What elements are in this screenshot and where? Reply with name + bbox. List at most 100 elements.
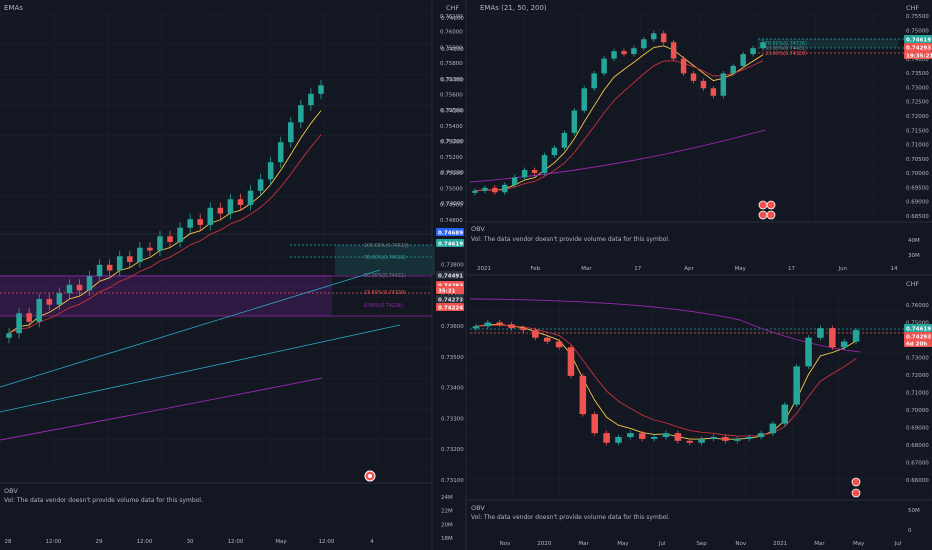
tr-right-tick: 0.71000 (906, 143, 929, 149)
candle-body (277, 142, 284, 163)
tr-price-tick: 0.76000 (440, 30, 463, 36)
time-tick: 29 (96, 539, 103, 545)
tr-indicator-label: EMAs (21, 50, 200) (480, 4, 547, 12)
time-tick: 12:00 (137, 539, 153, 545)
candle-body (674, 433, 682, 441)
candle-body (680, 58, 687, 74)
candle-body (829, 328, 836, 348)
candle-body (769, 423, 777, 434)
tr-currency: CHF (906, 4, 919, 12)
candle-body (197, 219, 203, 225)
tr-price-tick: 0.75100 (440, 171, 463, 177)
time-tick: May (853, 541, 865, 547)
tr-right-tick: 0.73500 (906, 71, 929, 77)
candle-body (472, 190, 478, 193)
candle-body (591, 73, 597, 89)
price-label-text: 6d 20h (906, 342, 927, 348)
fib-label: 23.60%(0.74329) (364, 290, 406, 296)
time-tick: 12:00 (46, 539, 62, 545)
tr-right-tick: 0.72000 (906, 114, 929, 120)
candle-body (615, 437, 622, 443)
candle-body (611, 51, 617, 59)
candle-body (817, 328, 824, 338)
price-label-text: 35:21 (438, 289, 456, 295)
candle-body (793, 366, 800, 405)
left-price-tick: 0.73600 (441, 324, 464, 330)
candle-body (710, 437, 717, 439)
candle-body (571, 110, 578, 133)
candle-body (710, 88, 717, 96)
candle-body (6, 333, 12, 338)
left-obv-tick: 20M (441, 522, 453, 528)
candle-body (96, 264, 103, 277)
br-obv-tick: 0 (908, 528, 912, 534)
tr-price-tick: 0.75300 (440, 140, 463, 146)
tr-right-tick: 0.75000 (906, 28, 929, 34)
candle-body (521, 170, 528, 178)
time-tick: May (617, 541, 629, 547)
candle-body (631, 48, 637, 55)
time-tick: Mar (814, 541, 825, 547)
time-tick: 28 (5, 539, 12, 545)
candle-body (217, 207, 224, 214)
candle-body (561, 132, 568, 148)
br-price-tick: 0.66000 (906, 478, 929, 484)
tr-right-tick: 0.69500 (906, 185, 929, 191)
candle-body (641, 39, 647, 49)
br-obv-title: OBV (471, 504, 485, 512)
tr-right-tick: 0.72500 (906, 100, 929, 106)
candle-body (106, 264, 113, 271)
tr-obv-tick: 40M (908, 238, 920, 244)
candle-body (757, 433, 765, 437)
left-price-tick: 0.73300 (441, 416, 464, 422)
time-tick: 4 (370, 539, 374, 545)
left-obv-tick: 18M (441, 536, 453, 542)
candle-body (36, 299, 42, 322)
time-tick: Jul (894, 541, 902, 547)
candle-body (579, 375, 587, 415)
tr-price-tick: 0.75400 (440, 124, 463, 130)
candle-body (551, 147, 558, 156)
candle-body (621, 51, 627, 55)
candle-body (308, 93, 314, 106)
left-event-icon[interactable] (364, 470, 376, 482)
candle-body (720, 73, 727, 96)
candle-body (76, 284, 83, 291)
candle-body (116, 256, 123, 271)
candle-body (127, 256, 133, 262)
candle-body (16, 313, 22, 334)
tr-price-tick: 0.74800 (440, 218, 463, 224)
tr-right-tick: 0.73000 (906, 85, 929, 91)
candle-body (638, 433, 646, 439)
tr-price-tick: 0.75900 (440, 45, 463, 51)
candle-body (740, 54, 746, 66)
candle-body (750, 48, 756, 55)
price-label-text: 0.74689 (438, 231, 463, 237)
price-label-text: 19:35:21 (906, 54, 932, 60)
left-currency: CHF (446, 4, 459, 12)
br-currency: CHF (906, 280, 919, 288)
left-price-tick: 0.73500 (441, 355, 464, 361)
candle-body (670, 42, 677, 59)
time-tick: Feb (530, 266, 540, 272)
br-price-tick: 0.68000 (906, 443, 929, 449)
left-price-tick: 0.73800 (441, 262, 464, 268)
left-price-tick: 0.73100 (441, 478, 464, 484)
candle-body (541, 155, 548, 173)
left-obv-tick: 24M (441, 495, 453, 501)
left-price-tick: 0.73200 (441, 447, 464, 453)
candle-body (627, 433, 634, 437)
candle-body (247, 190, 254, 205)
br-obv-note: Vol: The data vendor doesn't provide vol… (471, 514, 670, 521)
candle-body (227, 199, 234, 214)
br-price-tick: 0.73000 (906, 356, 929, 362)
candle-body (722, 437, 729, 441)
fib-label: 23.60%(0.74329) (765, 51, 807, 57)
fib-label: 100.00%(0.74619) (364, 243, 409, 249)
candle-body (257, 179, 264, 191)
candle-body (601, 58, 607, 74)
left-time-axis[interactable]: 28 12:00 29 12:00 30 12:00 May 12:00 4 (5, 539, 375, 545)
candle-body (484, 322, 492, 327)
time-tick: Mar (578, 541, 589, 547)
price-label-text: 0.74491 (438, 274, 463, 280)
